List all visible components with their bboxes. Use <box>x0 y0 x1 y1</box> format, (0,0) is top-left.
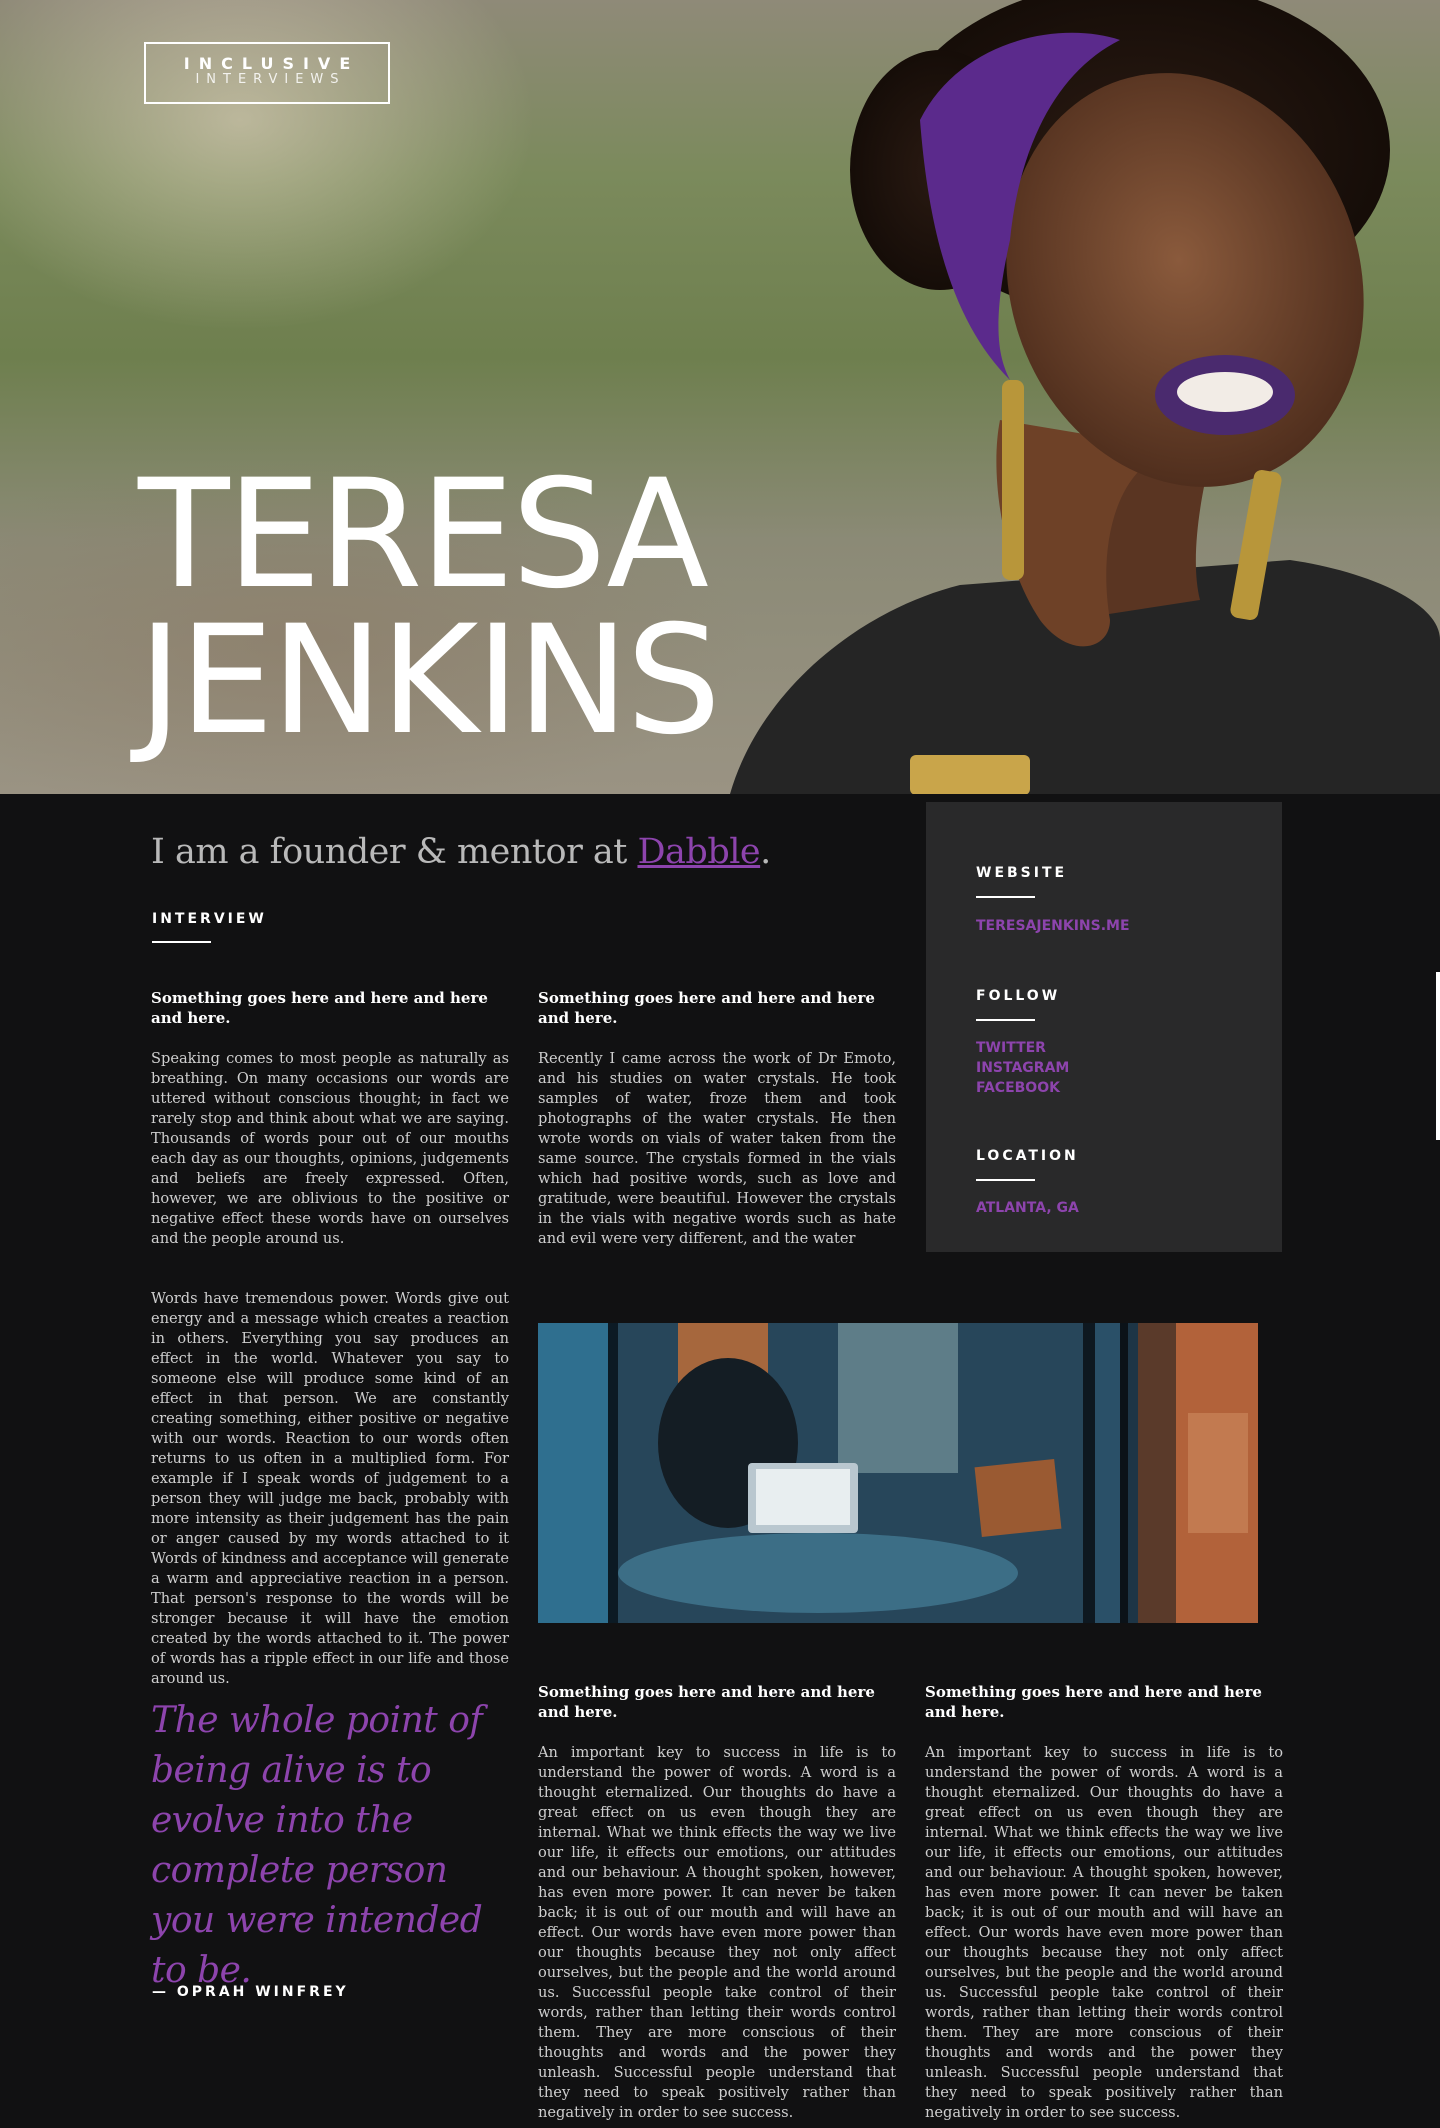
column-2-title: Something goes here and here and here an… <box>538 989 875 1027</box>
column-5-title: Something goes here and here and here an… <box>925 1683 1262 1721</box>
pull-quote: The whole point of being alive is to evo… <box>151 1700 483 1991</box>
hero-first-name: TERESA <box>138 448 709 622</box>
website-label: WEBSITE <box>976 865 1068 881</box>
column-5-text: An important key to success in life is t… <box>925 1744 1283 2121</box>
dabble-link[interactable]: Dabble <box>637 832 760 872</box>
intro-prefix: I am a founder & mentor at <box>151 832 638 872</box>
quote-author: — OPRAH WINFREY <box>152 1984 349 2000</box>
intro-heading: I am a founder & mentor at Dabble. <box>151 832 771 872</box>
laptop-cafe-photo-graphic <box>538 1323 1258 1623</box>
facebook-link[interactable]: FACEBOOK <box>976 1078 1060 1098</box>
intro-suffix: . <box>760 832 771 872</box>
column-4-text: An important key to success in life is t… <box>538 1744 896 2121</box>
hero-name: TERESA JENKINS <box>138 448 721 768</box>
column-4-title: Something goes here and here and here an… <box>538 1683 875 1721</box>
website-divider <box>976 896 1035 898</box>
hero-last-name: JENKINS <box>138 594 721 768</box>
logo-line-1: INCLUSIVE <box>183 54 360 73</box>
location-divider <box>976 1179 1035 1181</box>
site-logo[interactable]: INCLUSIVE INTERVIEWS <box>144 42 390 104</box>
column-1-text: Speaking comes to most people as natural… <box>151 1050 509 1247</box>
twitter-link[interactable]: TWITTER <box>976 1038 1046 1058</box>
follow-divider <box>976 1019 1035 1021</box>
column-2-text: Recently I came across the work of Dr Em… <box>538 1050 896 1247</box>
column-1-title: Something goes here and here and here an… <box>151 989 488 1027</box>
interview-divider <box>152 941 211 943</box>
follow-label: FOLLOW <box>976 988 1061 1004</box>
hero-banner: INCLUSIVE INTERVIEWS TERESA JENKINS <box>0 0 1440 794</box>
interview-label: INTERVIEW <box>152 911 267 927</box>
profile-sidebar: WEBSITE TERESAJENKINS.ME FOLLOW TWITTER … <box>926 802 1282 1252</box>
scroll-indicator[interactable] <box>1436 972 1440 1140</box>
logo-line-2: INTERVIEWS <box>195 72 346 87</box>
laptop-cafe-photo <box>538 1323 1258 1623</box>
location-value: ATLANTA, GA <box>976 1200 1079 1216</box>
location-label: LOCATION <box>976 1148 1079 1164</box>
column-3-text: Words have tremendous power. Words give … <box>151 1290 509 1687</box>
instagram-link[interactable]: INSTAGRAM <box>976 1058 1069 1078</box>
website-link[interactable]: TERESAJENKINS.ME <box>976 916 1130 936</box>
